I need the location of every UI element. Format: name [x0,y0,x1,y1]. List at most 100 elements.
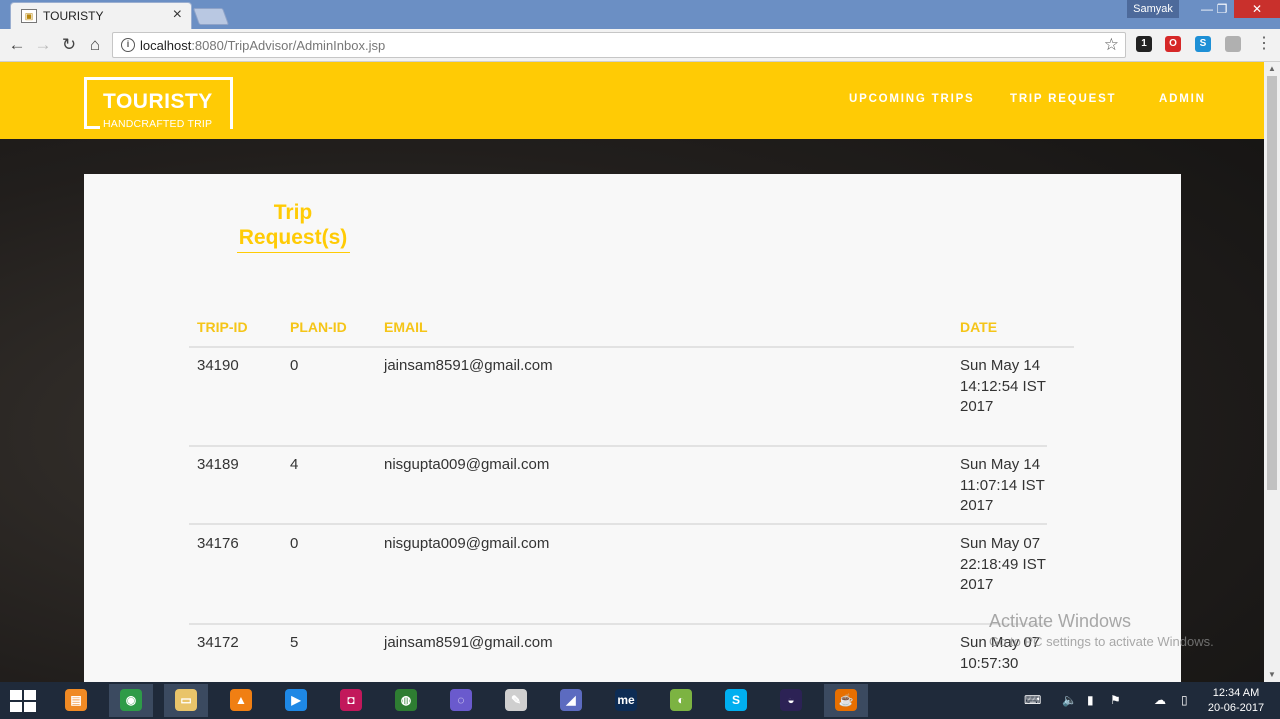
cell-trip-id: 34172 [197,634,239,651]
vlc-icon: ▲ [230,689,252,711]
file-explorer-icon: ▭ [175,689,197,711]
cell-plan-id: 0 [290,535,299,552]
extension-puzzle-icon[interactable] [1225,36,1241,52]
taskbar-app[interactable]: ◉ [109,684,153,717]
opera-icon[interactable]: O [1165,36,1181,52]
dolphin-app-icon: ◢ [560,689,582,711]
tab-close-icon[interactable]: × [173,6,182,24]
cell-plan-id: 5 [290,634,299,651]
taskbar-clock[interactable]: 12:34 AM 20-06-2017 [1202,686,1270,716]
bookmark-star-icon[interactable]: ☆ [1104,35,1119,55]
taskbar-app[interactable]: ▤ [54,684,98,717]
me-app-icon: me [615,689,637,711]
cell-trip-id: 34190 [197,357,239,374]
taskbar-app[interactable]: ◍ [384,684,428,717]
taskbar-app[interactable]: ▶ [274,684,318,717]
taskbar-app[interactable]: ☕ [824,684,868,717]
nav-admin[interactable]: ADMIN [1159,93,1206,105]
taskbar-app[interactable]: ◢ [549,684,593,717]
back-button[interactable]: ← [6,34,28,56]
heading-underline [237,252,350,253]
cell-trip-id: 34189 [197,456,239,473]
brand-tagline: HANDCRAFTED TRIP [103,118,213,130]
logo-border-accent [230,126,233,129]
network-icon[interactable]: ▮ [1087,693,1094,707]
reload-button[interactable]: ↻ [58,34,80,56]
cell-date: Sun May 14 14:12:54 IST 2017 [960,357,1046,415]
taskbar-app[interactable]: me [604,684,648,717]
taskbar-app[interactable]: ◌ [439,684,483,717]
java-icon: ☕ [835,689,857,711]
taskbar-app[interactable]: ✎ [494,684,538,717]
column-header-plan-id: PLAN-ID [290,319,347,335]
torrent-icon: ◌ [450,689,472,711]
battery-icon[interactable]: ▯ [1181,693,1188,707]
profile-button[interactable]: Samyak [1127,0,1179,18]
browser-menu-icon[interactable]: ⋮ [1256,33,1272,53]
start-button[interactable] [10,690,38,712]
cell-trip-id: 34176 [197,535,239,552]
notepad-icon: ✎ [505,689,527,711]
forward-button[interactable]: → [32,34,54,56]
skype-extension-icon[interactable]: S [1195,36,1211,52]
scroll-down-icon[interactable]: ▼ [1264,668,1280,682]
chrome-icon: ◉ [120,689,142,711]
row-divider [189,623,1047,625]
taskbar-app[interactable]: ◘ [329,684,373,717]
eclipse-icon: ◒ [780,689,802,711]
volume-icon[interactable]: 🔈 [1062,693,1077,707]
address-bar[interactable]: i localhost:8080/TripAdvisor/AdminInbox.… [112,32,1126,58]
nav-trip-request[interactable]: TRIP REQUEST [1010,93,1116,105]
close-window-button[interactable]: ✕ [1234,0,1280,18]
cell-email: nisgupta009@gmail.com [384,456,550,473]
browser-toolbar: ← → ↻ ⌂ i localhost:8080/TripAdvisor/Adm… [0,29,1280,62]
cell-plan-id: 0 [290,357,299,374]
browser-tab[interactable]: ▣ TOURISTY × [10,2,192,29]
row-divider [189,523,1047,525]
info-icon[interactable]: i [121,38,135,52]
extension-badge-icon[interactable]: 1 [1136,36,1152,52]
onedrive-cloud-icon[interactable]: ☁ [1154,693,1166,707]
site-header: TOURISTY HANDCRAFTED TRIP UPCOMING TRIPS… [0,62,1264,139]
scroll-thumb[interactable] [1267,76,1277,490]
browser-titlebar: ▣ TOURISTY × Samyak — ❐ ✕ [0,0,1280,29]
column-header-email: EMAIL [384,319,428,335]
scroll-up-icon[interactable]: ▲ [1264,62,1280,76]
clock-time: 12:34 AM [1212,687,1260,699]
cell-email: jainsam8591@gmail.com [384,634,553,651]
page-viewport: TOURISTY HANDCRAFTED TRIP UPCOMING TRIPS… [0,62,1264,682]
trip-requests-card: Trip Request(s) TRIP-ID PLAN-ID EMAIL DA… [84,174,1181,682]
activation-watermark-subtitle: Go to PC settings to activate Windows. [989,634,1214,649]
table-header-divider [189,346,1074,348]
page-title: Trip Request(s) [238,201,348,249]
keyboard-icon[interactable]: ⌨ [1024,693,1041,707]
brand-name: TOURISTY [103,90,213,113]
server-manager-icon: ▤ [65,689,87,711]
taskbar-app[interactable]: ◐ [659,684,703,717]
column-header-trip-id: TRIP-ID [197,319,248,335]
url-text[interactable]: localhost:8080/TripAdvisor/AdminInbox.js… [140,38,385,53]
skype-icon: S [725,689,747,711]
activation-watermark-title: Activate Windows [989,611,1132,631]
column-header-date: DATE [960,319,998,335]
site-logo[interactable]: TOURISTY HANDCRAFTED TRIP [84,77,233,130]
taskbar-app[interactable]: ◒ [769,684,813,717]
cell-date: Sun May 14 11:07:14 IST 2017 [960,456,1045,514]
cell-date: Sun May 07 22:18:49 IST 2017 [960,535,1046,593]
url-path: :8080/TripAdvisor/AdminInbox.jsp [191,38,386,53]
cell-email: jainsam8591@gmail.com [384,357,553,374]
home-button[interactable]: ⌂ [84,34,106,56]
page-scrollbar[interactable]: ▲ ▼ [1264,62,1280,682]
tab-title: TOURISTY [43,9,104,23]
taskbar-app[interactable]: ▭ [164,684,208,717]
taskbar-app[interactable]: S [714,684,758,717]
globe-app-icon: ◍ [395,689,417,711]
green-app-icon: ◐ [670,689,692,711]
new-tab-button[interactable] [192,8,230,25]
favicon-icon: ▣ [21,9,37,23]
media-player-icon: ▶ [285,689,307,711]
nav-upcoming-trips[interactable]: UPCOMING TRIPS [849,93,975,105]
taskbar-app[interactable]: ▲ [219,684,263,717]
action-center-flag-icon[interactable]: ⚑ [1110,693,1121,707]
windows-taskbar: ▤ ◉ ▭ ▲ ▶ ◘ ◍ ◌ ✎ ◢ me ◐ S ◒ ☕ ⌨ 🔈 ▮ ⚑ ☁ ▯ 12:34 AM 20… [0,682,1280,719]
